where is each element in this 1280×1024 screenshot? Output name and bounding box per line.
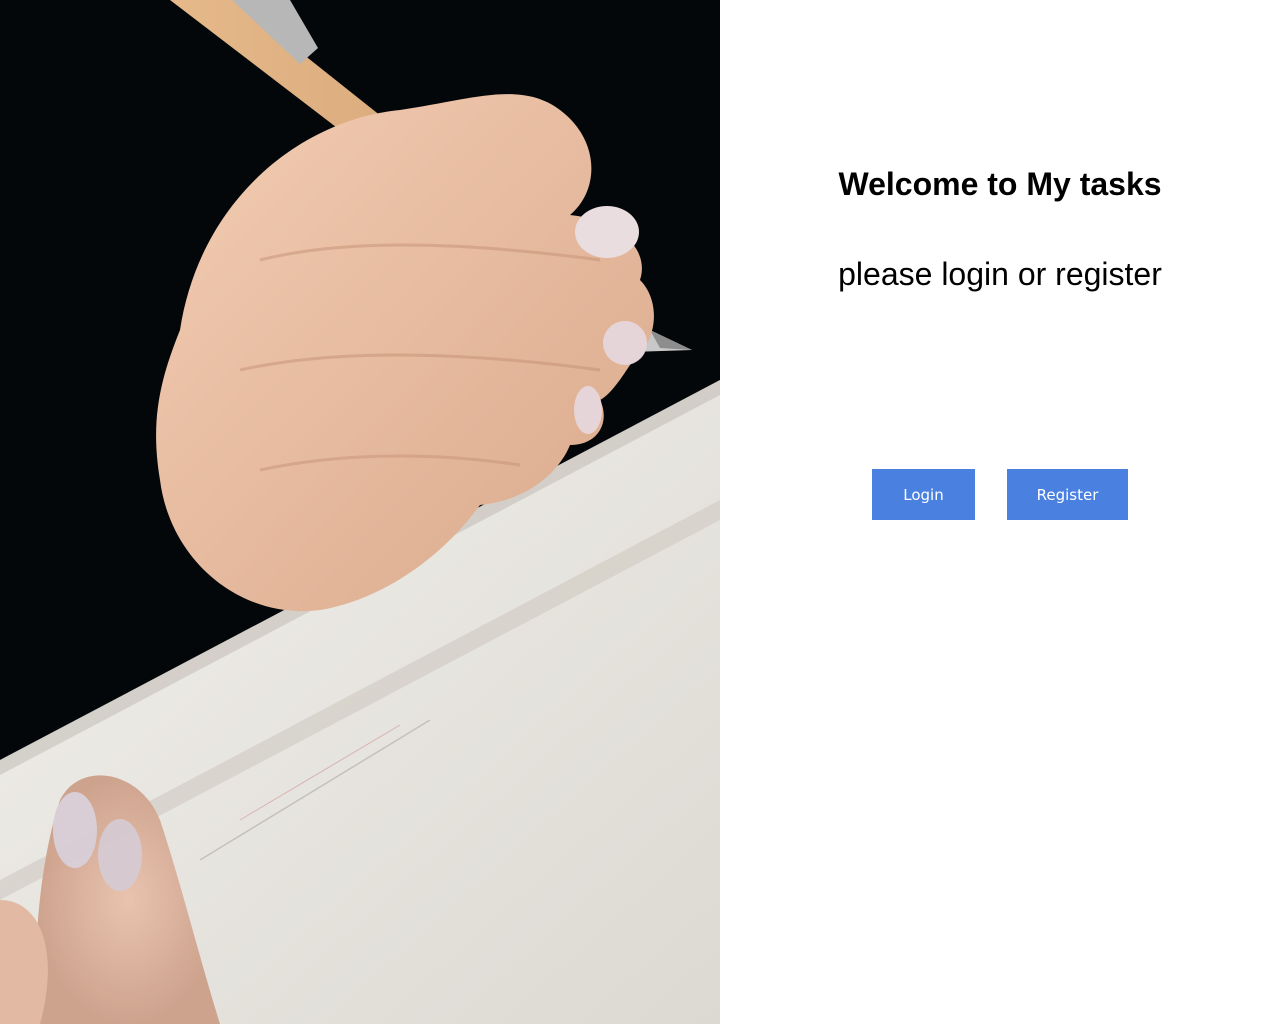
login-button[interactable]: Login — [872, 469, 975, 520]
hand-writing-illustration — [0, 0, 720, 1024]
page-subtitle: please login or register — [838, 256, 1162, 292]
welcome-panel: Welcome to My tasks please login or regi… — [720, 0, 1280, 1024]
page-title: Welcome to My tasks — [838, 166, 1162, 202]
welcome-page: Welcome to My tasks please login or regi… — [0, 0, 1280, 1024]
hero-photo — [0, 0, 720, 1024]
register-button[interactable]: Register — [1007, 469, 1128, 520]
